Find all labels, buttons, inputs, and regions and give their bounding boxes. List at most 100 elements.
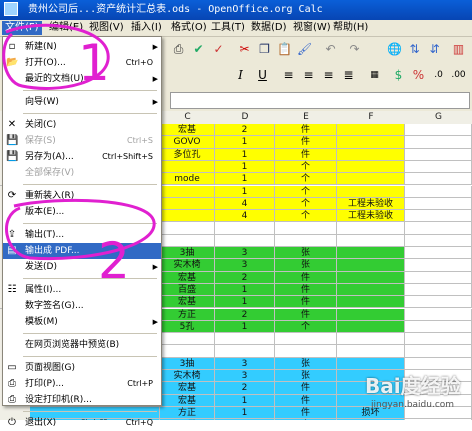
hyperlink-icon[interactable]: 🌐: [386, 41, 403, 58]
cell-d[interactable]: 1: [215, 136, 275, 149]
cell-c[interactable]: 宏基: [160, 382, 215, 395]
cell-g[interactable]: [405, 148, 472, 161]
cell-e[interactable]: 件: [275, 148, 337, 161]
cell-f[interactable]: [337, 222, 405, 235]
cell-g[interactable]: [405, 357, 472, 370]
menu-window[interactable]: 视窗(W): [290, 21, 334, 35]
cell-g[interactable]: [405, 185, 472, 198]
cut-icon[interactable]: ✂: [236, 41, 253, 58]
undo-icon[interactable]: ↶: [322, 41, 339, 58]
cell-c[interactable]: GOVO: [160, 136, 215, 149]
menu-item-exit[interactable]: ⏻ 退出(X) Ctrl+Q: [3, 415, 161, 431]
cell-f[interactable]: [337, 357, 405, 370]
paste-icon[interactable]: 📋: [276, 41, 293, 58]
cell-f[interactable]: [337, 148, 405, 161]
menu-item-save-as[interactable]: 💾 另存为(A)... Ctrl+Shift+S: [3, 149, 161, 165]
align-left-icon[interactable]: ≡: [280, 67, 297, 84]
cell-d[interactable]: 1: [215, 283, 275, 297]
menu-item-page-preview[interactable]: ▭ 页面视图(G): [3, 360, 161, 376]
cell-d[interactable]: 3: [215, 259, 275, 272]
cell-f[interactable]: [337, 234, 405, 247]
cell-c[interactable]: [160, 185, 215, 198]
formula-input[interactable]: [170, 92, 470, 109]
cell-d[interactable]: 2: [215, 308, 275, 321]
spellcheck-icon[interactable]: ✔: [190, 41, 207, 58]
cell-c[interactable]: 宏基: [160, 271, 215, 284]
cell-f[interactable]: [337, 136, 405, 149]
cell-f[interactable]: [337, 345, 405, 358]
menu-view[interactable]: 视图(V): [86, 21, 127, 35]
menu-format[interactable]: 格式(O): [168, 21, 210, 35]
cell-g[interactable]: [405, 247, 472, 260]
cell-d[interactable]: 1: [215, 173, 275, 186]
menu-item-new[interactable]: ▫ 新建(N) ▶: [3, 39, 161, 55]
cell-c[interactable]: 百盛: [160, 283, 215, 297]
cell-e[interactable]: 个: [275, 185, 337, 198]
cell-c[interactable]: 多位孔: [160, 148, 215, 161]
cell-e[interactable]: 件: [275, 406, 337, 420]
cell-e[interactable]: 个: [275, 173, 337, 186]
menu-item-print[interactable]: ⎙ 打印(P)... Ctrl+P: [3, 376, 161, 392]
menu-item-properties[interactable]: ☷ 属性(I)...: [3, 282, 161, 298]
column-header-d[interactable]: D: [215, 111, 276, 125]
cell-c[interactable]: 3抽: [160, 357, 215, 370]
autospell-icon[interactable]: ✓: [210, 41, 227, 58]
cell-d[interactable]: 1: [215, 160, 275, 174]
cell-c[interactable]: 宏基: [160, 296, 215, 309]
format-paintbrush-icon[interactable]: 🖌: [296, 41, 313, 58]
cell-f[interactable]: 工程未验收: [337, 197, 405, 211]
cell-e[interactable]: 张: [275, 247, 337, 260]
cell-e[interactable]: 个: [275, 210, 337, 223]
cell-g[interactable]: [405, 136, 472, 149]
align-center-icon[interactable]: ≡: [300, 67, 317, 84]
cell-d[interactable]: 3: [215, 247, 275, 260]
cell-d[interactable]: 3: [215, 370, 275, 383]
menu-item-wizard[interactable]: 向导(W) ▶: [3, 94, 161, 110]
cell-f[interactable]: [337, 320, 405, 334]
cell-f[interactable]: [337, 185, 405, 198]
cell-e[interactable]: [275, 333, 337, 346]
align-right-icon[interactable]: ≡: [320, 67, 337, 84]
cell-c[interactable]: 3抽: [160, 247, 215, 260]
cell-c[interactable]: [160, 333, 215, 346]
cell-e[interactable]: [275, 234, 337, 247]
cell-d[interactable]: [215, 234, 275, 247]
cell-e[interactable]: 件: [275, 271, 337, 284]
menu-item-close[interactable]: ✕ 关闭(C): [3, 117, 161, 133]
cell-f[interactable]: [337, 308, 405, 321]
menu-item-printer-settings[interactable]: ⎙ 设定打印机(R)...: [3, 392, 161, 408]
cell-e[interactable]: 件: [275, 283, 337, 297]
menu-file[interactable]: 文件(F): [2, 21, 42, 35]
menu-insert[interactable]: 插入(I): [128, 21, 165, 35]
merge-cells-icon[interactable]: ▦: [366, 67, 383, 84]
cell-d[interactable]: [215, 333, 275, 346]
cell-d[interactable]: 2: [215, 124, 275, 137]
cell-c[interactable]: 宏基: [160, 394, 215, 407]
underline-icon[interactable]: U: [254, 67, 271, 84]
cell-g[interactable]: [405, 222, 472, 235]
cell-d[interactable]: [215, 345, 275, 358]
cell-e[interactable]: 张: [275, 357, 337, 370]
cell-g[interactable]: [405, 259, 472, 272]
menu-item-reload[interactable]: ⟳ 重新装入(R): [3, 188, 161, 204]
cell-c[interactable]: [160, 345, 215, 358]
cell-g[interactable]: [405, 345, 472, 358]
print-icon[interactable]: ⎙: [170, 41, 187, 58]
cell-f[interactable]: [337, 173, 405, 186]
cell-d[interactable]: [215, 222, 275, 235]
menu-item-save-all[interactable]: 全部保存(V): [3, 165, 161, 181]
cell-g[interactable]: [405, 320, 472, 334]
cell-e[interactable]: 个: [275, 320, 337, 334]
menu-item-send[interactable]: 发送(D) ▶: [3, 259, 161, 275]
percent-icon[interactable]: %: [410, 67, 427, 84]
cell-d[interactable]: 1: [215, 394, 275, 407]
cell-d[interactable]: 1: [215, 320, 275, 334]
menu-item-digital-signature[interactable]: 数字签名(G)...: [3, 298, 161, 314]
menu-help[interactable]: 帮助(H): [330, 21, 371, 35]
cell-e[interactable]: 件: [275, 296, 337, 309]
cell-d[interactable]: 1: [215, 406, 275, 420]
cell-f[interactable]: [337, 296, 405, 309]
column-header-e[interactable]: E: [275, 111, 338, 125]
sort-ascending-icon[interactable]: ⇅: [406, 41, 423, 58]
cell-g[interactable]: [405, 197, 472, 211]
